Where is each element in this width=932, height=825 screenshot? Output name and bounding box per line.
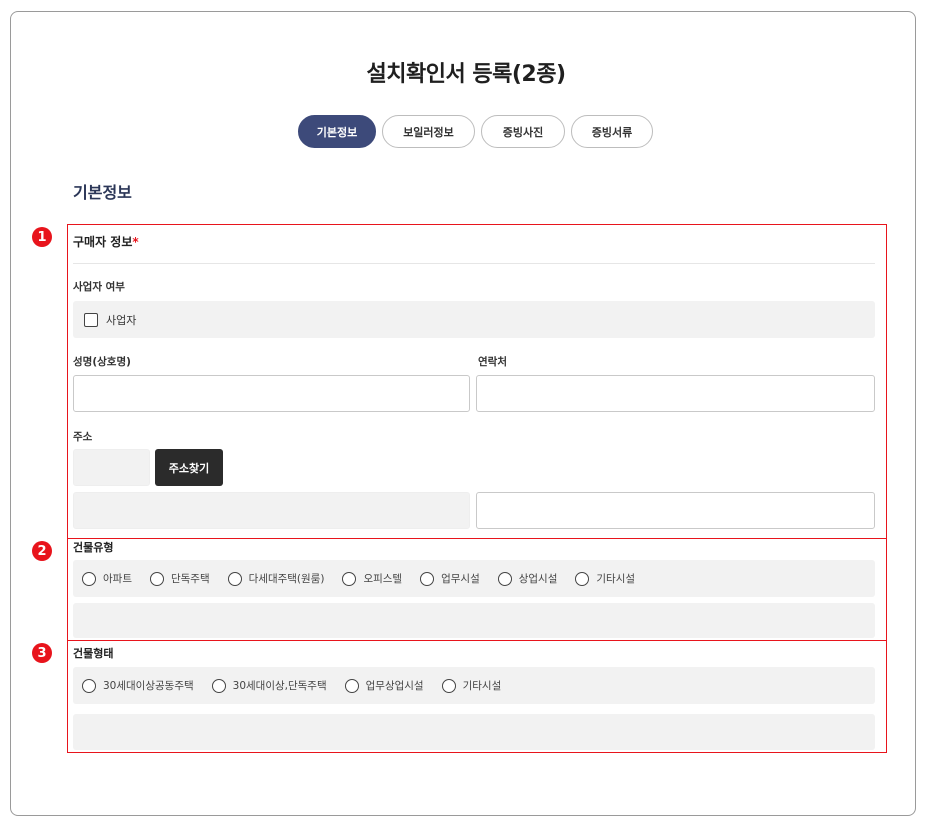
radio-label: 오피스텔 (363, 573, 403, 585)
radio-option[interactable]: 단독주택 (149, 571, 210, 586)
radio-option[interactable]: 30세대이상,단독주택 (211, 678, 327, 693)
tab-evidence-photos[interactable]: 증빙사진 (481, 115, 565, 148)
radio-button[interactable] (82, 678, 96, 693)
radio-button[interactable] (441, 678, 456, 693)
name-input[interactable] (73, 375, 470, 412)
radio-button[interactable] (575, 571, 590, 586)
radio-label: 아파트 (103, 573, 132, 585)
radio-label: 단독주택 (170, 573, 210, 585)
annotation-marker-3: 3 (32, 643, 52, 663)
required-mark: * (132, 235, 139, 249)
address-main-input[interactable] (73, 492, 470, 529)
radio-option[interactable]: 기타시설 (441, 678, 502, 693)
tab-boiler-info[interactable]: 보일러정보 (382, 115, 475, 148)
page-title: 설치확인서 등록(2종) (366, 62, 567, 87)
building-form-radio-group: 30세대이상공동주택 30세대이상,단독주택 업무상업시설 기타시설 (82, 678, 519, 693)
buyer-info-title-text: 구매자 정보 (73, 235, 133, 249)
radio-label: 상업시설 (518, 573, 558, 585)
radio-option[interactable]: 업무상업시설 (344, 678, 424, 693)
address-label: 주소 (73, 431, 93, 443)
postal-code-input[interactable] (73, 449, 150, 486)
radio-button[interactable] (420, 571, 435, 586)
building-form-title: 건물형태 (73, 647, 114, 660)
radio-button[interactable] (342, 571, 357, 586)
radio-button[interactable] (497, 571, 512, 586)
radio-label: 30세대이상,단독주택 (232, 680, 327, 692)
radio-option[interactable]: 아파트 (82, 571, 132, 586)
radio-option[interactable]: 다세대주택(원룸) (227, 571, 325, 586)
building-type-radio-group: 아파트 단독주택 다세대주택(원룸) 오피스텔 업무시설 상업시설 기타시설 (82, 571, 653, 586)
section-heading: 기본정보 (73, 183, 132, 202)
business-checkbox-row[interactable]: 사업자 (84, 312, 136, 328)
business-checkbox[interactable] (84, 313, 98, 327)
business-status-field (73, 301, 875, 338)
name-label: 성명(상호명) (73, 356, 131, 368)
radio-button[interactable] (149, 571, 164, 586)
business-status-label: 사업자 여부 (73, 281, 125, 293)
radio-label: 업무시설 (441, 573, 480, 585)
radio-button[interactable] (82, 571, 96, 586)
contact-label: 연락처 (478, 356, 507, 368)
radio-option[interactable]: 30세대이상공동주택 (82, 678, 194, 693)
radio-label: 다세대주택(원룸) (248, 573, 325, 585)
radio-button[interactable] (211, 678, 226, 693)
business-checkbox-label: 사업자 (106, 314, 137, 327)
tab-bar: 기본정보 보일러정보 증빙사진 증빙서류 (298, 115, 653, 148)
address-search-button[interactable]: 주소찾기 (155, 449, 223, 486)
radio-label: 업무상업시설 (365, 680, 424, 692)
annotation-marker-2: 2 (32, 541, 52, 561)
address-detail-input[interactable] (476, 492, 875, 529)
radio-option[interactable]: 오피스텔 (342, 571, 402, 586)
buyer-info-title: 구매자 정보* (73, 233, 139, 250)
tab-evidence-documents[interactable]: 증빙서류 (571, 115, 653, 148)
building-form-extra-field (73, 714, 875, 750)
building-type-title: 건물유형 (73, 541, 114, 554)
divider (73, 263, 875, 264)
building-type-extra-field (73, 603, 875, 638)
radio-label: 기타시설 (462, 680, 502, 692)
radio-button[interactable] (344, 678, 359, 693)
contact-input[interactable] (476, 375, 875, 412)
radio-option[interactable]: 상업시설 (497, 571, 558, 586)
radio-option[interactable]: 업무시설 (420, 571, 480, 586)
radio-button[interactable] (227, 571, 242, 586)
radio-label: 30세대이상공동주택 (103, 680, 194, 692)
radio-option[interactable]: 기타시설 (575, 571, 635, 586)
radio-label: 기타시설 (596, 573, 636, 585)
annotation-marker-1: 1 (32, 227, 52, 247)
tab-basic-info[interactable]: 기본정보 (298, 115, 376, 148)
